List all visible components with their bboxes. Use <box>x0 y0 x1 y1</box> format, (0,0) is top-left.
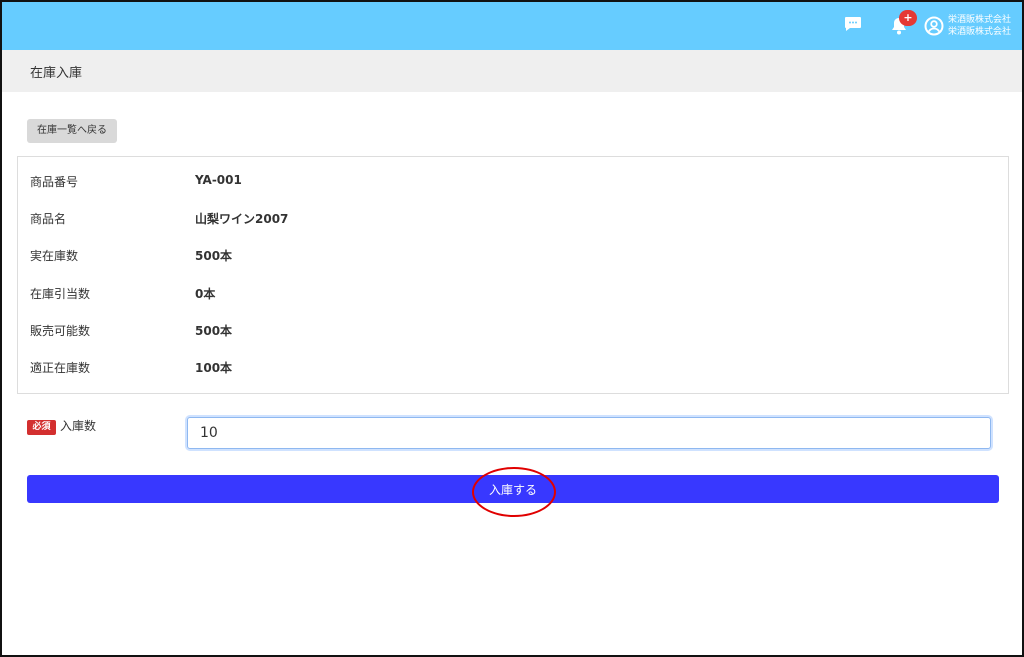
info-label: 商品番号 <box>30 175 79 189</box>
info-value: 500本 <box>195 249 233 263</box>
info-label: 実在庫数 <box>30 249 79 263</box>
info-label: 商品名 <box>30 212 67 226</box>
top-bar: + 栄酒販株式会社 栄酒販株式会社 <box>2 2 1022 50</box>
annotation-circle <box>472 467 556 517</box>
quantity-label: 入庫数 <box>60 419 97 433</box>
product-info-panel: 商品番号 YA-001 商品名 山梨ワイン2007 実在庫数 500本 在庫引当… <box>17 156 1009 394</box>
notification-badge: + <box>899 10 917 26</box>
info-value: 100本 <box>195 361 233 375</box>
info-label: 販売可能数 <box>30 324 91 338</box>
info-value: 500本 <box>195 324 233 338</box>
info-label: 在庫引当数 <box>30 287 91 301</box>
info-value: 山梨ワイン2007 <box>195 212 289 226</box>
company-name-line2: 栄酒販株式会社 <box>948 27 1012 37</box>
required-badge: 必須 <box>27 420 56 435</box>
back-to-list-button[interactable]: 在庫一覧へ戻る <box>27 119 117 143</box>
chat-icon[interactable] <box>844 16 862 32</box>
company-name[interactable]: 栄酒販株式会社 栄酒販株式会社 <box>948 14 1011 38</box>
company-name-line1: 栄酒販株式会社 <box>948 15 1012 25</box>
info-value: 0本 <box>195 287 216 301</box>
page-header <box>2 50 1022 92</box>
page-title: 在庫入庫 <box>30 66 83 81</box>
info-value: YA-001 <box>195 173 242 187</box>
user-circle-icon[interactable] <box>924 16 944 36</box>
app-frame: + 栄酒販株式会社 栄酒販株式会社 在庫入庫 在庫一覧へ戻る 商品番号 YA-0… <box>0 0 1024 657</box>
info-label: 適正在庫数 <box>30 361 91 375</box>
quantity-input[interactable] <box>187 417 991 449</box>
